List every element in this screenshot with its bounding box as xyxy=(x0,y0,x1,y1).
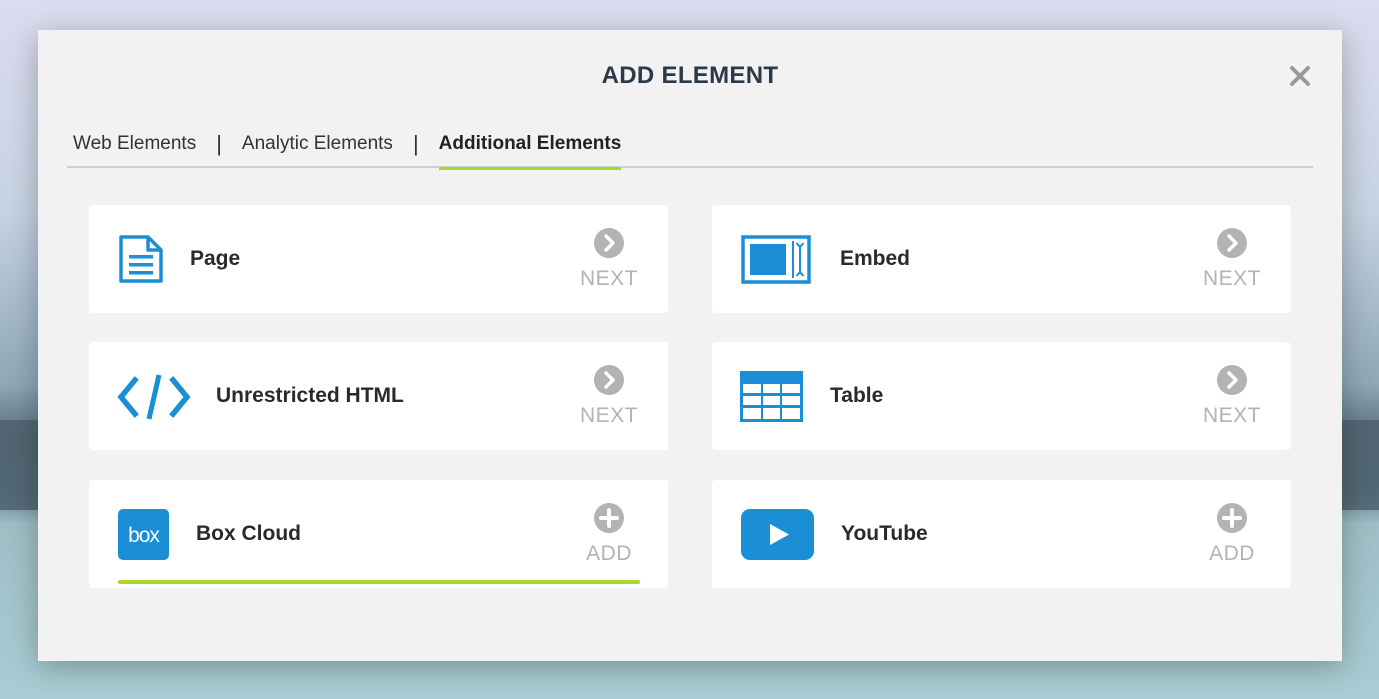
next-button[interactable]: NEXT xyxy=(1202,364,1262,428)
chevron-right-icon xyxy=(1217,228,1247,258)
plus-icon xyxy=(594,503,624,533)
element-card-page[interactable]: Page NEXT xyxy=(89,205,668,313)
element-label: Box Cloud xyxy=(196,522,301,545)
code-icon xyxy=(117,374,191,420)
svg-text:box: box xyxy=(128,524,160,547)
element-card-table[interactable]: Table NEXT xyxy=(712,342,1291,450)
chevron-right-icon xyxy=(594,228,624,258)
youtube-play-icon xyxy=(741,509,814,560)
embed-icon xyxy=(741,235,811,284)
chevron-right-icon xyxy=(594,365,624,395)
document-icon xyxy=(119,235,163,283)
next-button[interactable]: NEXT xyxy=(579,227,639,291)
selected-indicator xyxy=(118,580,640,584)
next-button[interactable]: NEXT xyxy=(579,364,639,428)
add-element-dialog: ADD ELEMENT Web Elements | Analytic Elem… xyxy=(38,30,1342,661)
element-label: Page xyxy=(190,247,241,270)
action-label: NEXT xyxy=(1202,404,1261,427)
dialog-title: ADD ELEMENT xyxy=(601,62,779,89)
element-tabs: Web Elements | Analytic Elements | Addit… xyxy=(67,130,1313,170)
table-icon xyxy=(740,371,803,422)
element-label: Embed xyxy=(840,247,911,270)
action-label: ADD xyxy=(1209,542,1255,565)
close-icon xyxy=(1290,66,1310,86)
tab-additional-elements[interactable]: Additional Elements xyxy=(433,130,628,170)
box-logo-icon: box xyxy=(118,509,169,560)
plus-icon xyxy=(1217,503,1247,533)
action-label: NEXT xyxy=(579,404,638,427)
action-label: NEXT xyxy=(579,267,638,290)
next-button[interactable]: NEXT xyxy=(1202,227,1262,291)
action-label: NEXT xyxy=(1202,267,1261,290)
element-card-unrestricted-html[interactable]: Unrestricted HTML NEXT xyxy=(89,342,668,450)
element-card-youtube[interactable]: YouTube ADD xyxy=(712,480,1291,588)
add-button[interactable]: ADD xyxy=(1202,502,1262,566)
element-label: Table xyxy=(830,384,884,407)
tab-separator: | xyxy=(412,131,419,156)
add-button[interactable]: ADD xyxy=(579,502,639,566)
element-card-embed[interactable]: Embed NEXT xyxy=(712,205,1291,313)
element-label: YouTube xyxy=(841,522,928,545)
action-label: ADD xyxy=(586,542,632,565)
element-label: Unrestricted HTML xyxy=(216,384,404,407)
element-card-box-cloud[interactable]: box Box Cloud ADD xyxy=(89,480,668,588)
close-button[interactable] xyxy=(1288,64,1312,88)
tab-analytic-elements[interactable]: Analytic Elements xyxy=(236,130,399,168)
tab-web-elements[interactable]: Web Elements xyxy=(67,130,202,168)
tab-separator: | xyxy=(216,131,222,156)
chevron-right-icon xyxy=(1217,365,1247,395)
